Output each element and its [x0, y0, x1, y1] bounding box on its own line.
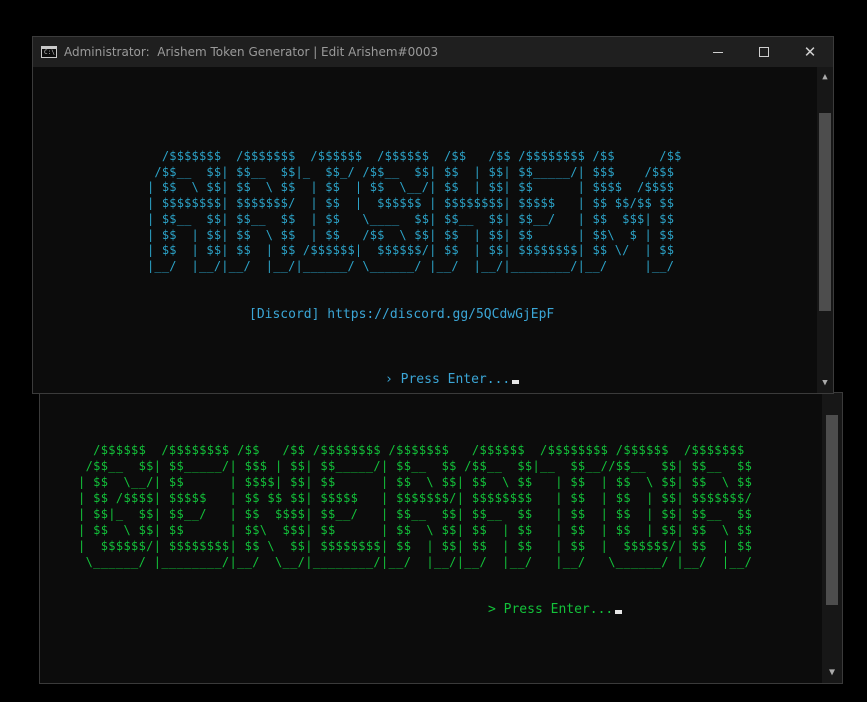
- text-cursor: [615, 610, 623, 614]
- prompt-text: > Press Enter...: [488, 602, 614, 617]
- scroll-down-arrow-icon[interactable]: ▼: [822, 665, 842, 681]
- vertical-scrollbar[interactable]: ▼: [822, 393, 842, 683]
- scroll-up-arrow-icon[interactable]: ▲: [817, 69, 833, 85]
- press-enter-prompt: > Press Enter...: [488, 602, 623, 618]
- maximize-button[interactable]: [741, 37, 787, 67]
- window-title: Administrator: Arishem Token Generator |…: [64, 45, 439, 59]
- console-app-icon: C:\: [41, 46, 57, 58]
- vertical-scrollbar[interactable]: ▲ ▼: [817, 67, 833, 393]
- close-icon: ✕: [803, 42, 817, 61]
- console-window-front[interactable]: C:\ Administrator: Arishem Token Generat…: [32, 36, 834, 394]
- console-output: /$$$$$$ /$$$$$$$$ /$$ /$$ /$$$$$$$$ /$$$…: [40, 393, 822, 683]
- title-bar[interactable]: C:\ Administrator: Arishem Token Generat…: [33, 37, 833, 67]
- press-enter-prompt: › Press Enter...: [385, 372, 520, 388]
- scrollbar-thumb[interactable]: [819, 113, 831, 311]
- minimize-icon: [713, 51, 723, 53]
- prompt-text: › Press Enter...: [385, 372, 511, 387]
- ascii-art-banner: /$$$$$$ /$$$$$$$$ /$$ /$$ /$$$$$$$$ /$$$…: [78, 443, 753, 569]
- maximize-icon: [759, 47, 769, 57]
- discord-link-text: [Discord] https://discord.gg/5QCdwGjEpF: [249, 307, 555, 322]
- scroll-down-arrow-icon[interactable]: ▼: [817, 375, 833, 391]
- text-cursor: [512, 380, 520, 384]
- close-button[interactable]: ✕: [787, 37, 833, 67]
- console-output: /$$$$$$$ /$$$$$$$ /$$$$$$ /$$$$$$ /$$ /$…: [33, 67, 817, 393]
- ascii-art-banner: /$$$$$$$ /$$$$$$$ /$$$$$$ /$$$$$$ /$$ /$…: [147, 149, 682, 273]
- console-window-back[interactable]: /$$$$$$ /$$$$$$$$ /$$ /$$ /$$$$$$$$ /$$$…: [39, 392, 843, 684]
- minimize-button[interactable]: [695, 37, 741, 67]
- scrollbar-thumb[interactable]: [826, 415, 838, 605]
